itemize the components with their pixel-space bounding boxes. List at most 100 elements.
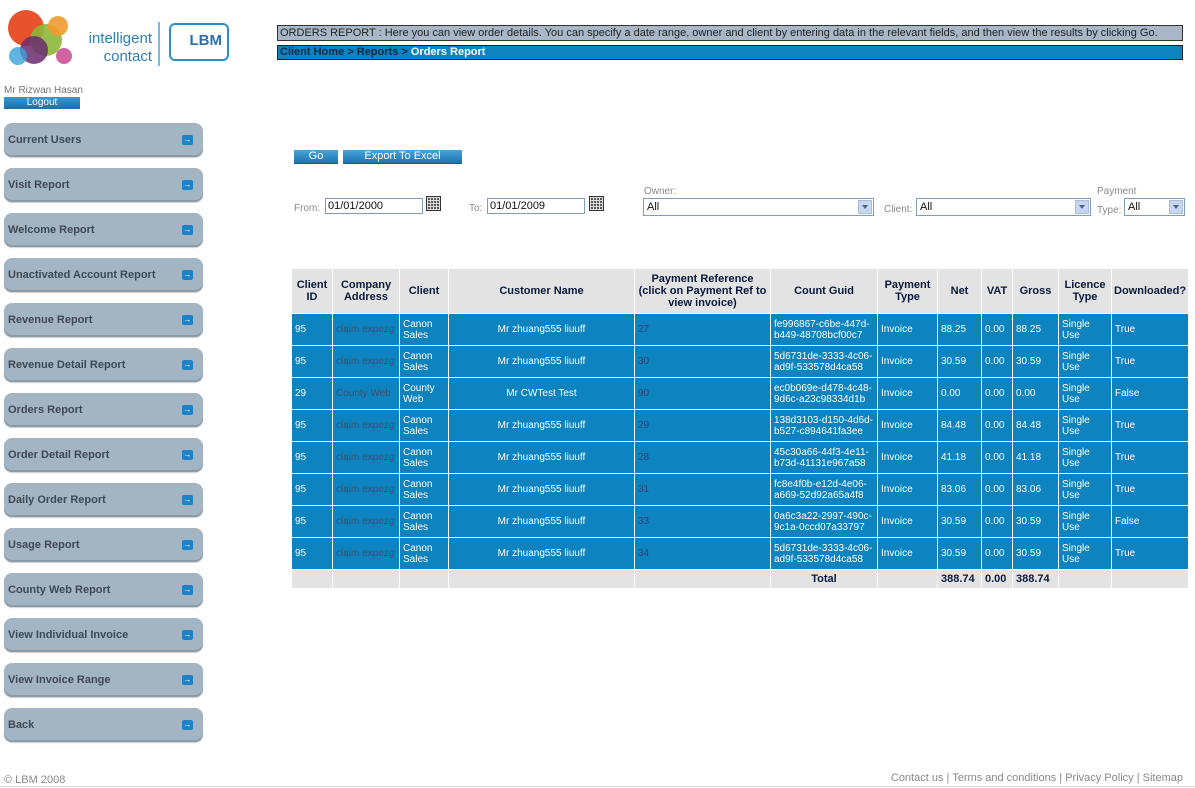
payment-type-cell: Invoice xyxy=(877,377,938,410)
downloaded-cell: True xyxy=(1111,313,1189,346)
total-vat: 0.00 xyxy=(981,569,1013,589)
go-button[interactable]: Go xyxy=(294,150,338,164)
column-header: Gross xyxy=(1012,268,1059,314)
company-logo: LBM xyxy=(169,23,229,61)
sidebar-item-current-users[interactable]: Current Users → xyxy=(4,123,203,157)
customer-name-cell: Mr zhuang555 liuuff xyxy=(448,537,635,570)
company-address-cell: claim expezg xyxy=(332,409,400,442)
sidebar-item-orders-report[interactable]: Orders Report → xyxy=(4,393,203,427)
export-excel-button[interactable]: Export To Excel xyxy=(343,150,462,164)
to-calendar-icon[interactable] xyxy=(589,196,604,211)
payment-reference-link[interactable]: 31 xyxy=(634,473,771,506)
payment-type-label-line2: Type: xyxy=(1097,205,1122,216)
arrow-right-icon: → xyxy=(182,630,193,640)
count-guid-cell: 5d6731de-3333-4c06-ad9f-533578d4ca58 xyxy=(770,537,878,570)
client-id-cell: 95 xyxy=(291,409,333,442)
payment-reference-link[interactable]: 29 xyxy=(634,409,771,442)
to-date-input[interactable] xyxy=(487,198,585,214)
sidebar-item-visit-report[interactable]: Visit Report → xyxy=(4,168,203,202)
chevron-down-icon xyxy=(1169,200,1183,214)
payment-reference-link[interactable]: 33 xyxy=(634,505,771,538)
owner-label: Owner: xyxy=(644,186,677,197)
vat-cell: 0.00 xyxy=(981,441,1013,474)
footer-link-contact-us[interactable]: Contact us xyxy=(891,772,944,784)
footer-link-terms-and-conditions[interactable]: Terms and conditions xyxy=(952,772,1056,784)
downloaded-cell: False xyxy=(1111,377,1189,410)
downloaded-cell: True xyxy=(1111,441,1189,474)
payment-type-select-value: All xyxy=(1128,201,1141,213)
to-label: To: xyxy=(469,203,483,214)
sidebar-item-county-web-report[interactable]: County Web Report → xyxy=(4,573,203,607)
total-empty-cell xyxy=(1111,569,1189,589)
user-name: Mr Rizwan Hasan xyxy=(4,85,83,96)
arrow-right-icon: → xyxy=(182,315,193,325)
from-calendar-icon[interactable] xyxy=(426,196,441,211)
breadcrumb-home[interactable]: Client Home xyxy=(280,46,344,58)
footer-link-privacy-policy[interactable]: Privacy Policy xyxy=(1065,772,1133,784)
sidebar-item-label: Visit Report xyxy=(8,179,70,191)
payment-type-select[interactable]: All xyxy=(1124,198,1185,216)
net-cell: 30.59 xyxy=(937,537,982,570)
downloaded-cell: True xyxy=(1111,409,1189,442)
client-id-cell: 95 xyxy=(291,473,333,506)
client-cell: Canon Sales xyxy=(399,441,449,474)
client-cell: Canon Sales xyxy=(399,409,449,442)
sidebar-item-view-individual-invoice[interactable]: View Individual Invoice → xyxy=(4,618,203,652)
client-cell: Canon Sales xyxy=(399,473,449,506)
total-empty-cell xyxy=(399,569,449,589)
arrow-right-icon: → xyxy=(182,225,193,235)
from-date-input[interactable] xyxy=(325,198,423,214)
net-cell: 0.00 xyxy=(937,377,982,410)
owner-select[interactable]: All xyxy=(643,198,874,216)
payment-reference-link[interactable]: 28 xyxy=(634,441,771,474)
sidebar-item-label: Order Detail Report xyxy=(8,449,110,461)
client-select[interactable]: All xyxy=(916,198,1091,216)
sidebar-item-unactivated-account-report[interactable]: Unactivated Account Report → xyxy=(4,258,203,292)
payment-reference-link[interactable]: 27 xyxy=(634,313,771,346)
payment-reference-link[interactable]: 90 xyxy=(634,377,771,410)
customer-name-cell: Mr zhuang555 liuuff xyxy=(448,505,635,538)
table-row: 95 claim expezg Canon Sales Mr zhuang555 li… xyxy=(291,345,1189,378)
company-address-cell: County Web xyxy=(332,377,400,410)
copyright: © LBM 2008 xyxy=(4,774,66,786)
company-address-cell: claim expezg xyxy=(332,537,400,570)
payment-reference-link[interactable]: 34 xyxy=(634,537,771,570)
chevron-down-icon xyxy=(858,200,872,214)
sidebar-item-view-invoice-range[interactable]: View Invoice Range → xyxy=(4,663,203,697)
payment-type-cell: Invoice xyxy=(877,313,938,346)
count-guid-cell: fe996867-c6be-447d-b449-48708bcf00c7 xyxy=(770,313,878,346)
breadcrumb-separator: > xyxy=(347,46,354,58)
sidebar-item-label: Usage Report xyxy=(8,539,80,551)
downloaded-cell: True xyxy=(1111,537,1189,570)
payment-type-cell: Invoice xyxy=(877,537,938,570)
company-address-cell: claim expezg xyxy=(332,505,400,538)
sidebar-item-welcome-report[interactable]: Welcome Report → xyxy=(4,213,203,247)
sidebar-item-back[interactable]: Back → xyxy=(4,708,203,742)
count-guid-cell: 45c30a66-44f3-4e11-b73d-41131e967a58 xyxy=(770,441,878,474)
footer-link-sitemap[interactable]: Sitemap xyxy=(1143,772,1183,784)
sidebar-item-usage-report[interactable]: Usage Report → xyxy=(4,528,203,562)
sidebar-item-revenue-detail-report[interactable]: Revenue Detail Report → xyxy=(4,348,203,382)
payment-reference-link[interactable]: 30 xyxy=(634,345,771,378)
net-cell: 84.48 xyxy=(937,409,982,442)
licence-type-cell: Single Use xyxy=(1058,377,1112,410)
licence-type-cell: Single Use xyxy=(1058,441,1112,474)
sidebar-item-label: Revenue Report xyxy=(8,314,93,326)
sidebar-item-label: View Individual Invoice xyxy=(8,629,129,641)
logout-button[interactable]: Logout xyxy=(4,97,80,109)
owner-select-value: All xyxy=(647,201,660,213)
logo-graphic xyxy=(8,10,72,65)
sidebar-item-revenue-report[interactable]: Revenue Report → xyxy=(4,303,203,337)
net-cell: 83.06 xyxy=(937,473,982,506)
breadcrumb: Client Home > Reports > Orders Report xyxy=(277,45,1183,60)
breadcrumb-reports[interactable]: Reports xyxy=(357,46,399,58)
arrow-right-icon: → xyxy=(182,450,193,460)
table-row: 95 claim expezg Canon Sales Mr zhuang555 li… xyxy=(291,537,1189,570)
count-guid-cell: fc8e4f0b-e12d-4e06-a669-52d92a65a4f8 xyxy=(770,473,878,506)
footer-links: Contact us | Terms and conditions | Priv… xyxy=(891,772,1183,784)
column-header: Client ID xyxy=(291,268,333,314)
orders-table: Client ID Company Address Client Customer N… xyxy=(291,268,1189,589)
sidebar-item-daily-order-report[interactable]: Daily Order Report → xyxy=(4,483,203,517)
client-id-cell: 95 xyxy=(291,441,333,474)
sidebar-item-order-detail-report[interactable]: Order Detail Report → xyxy=(4,438,203,472)
